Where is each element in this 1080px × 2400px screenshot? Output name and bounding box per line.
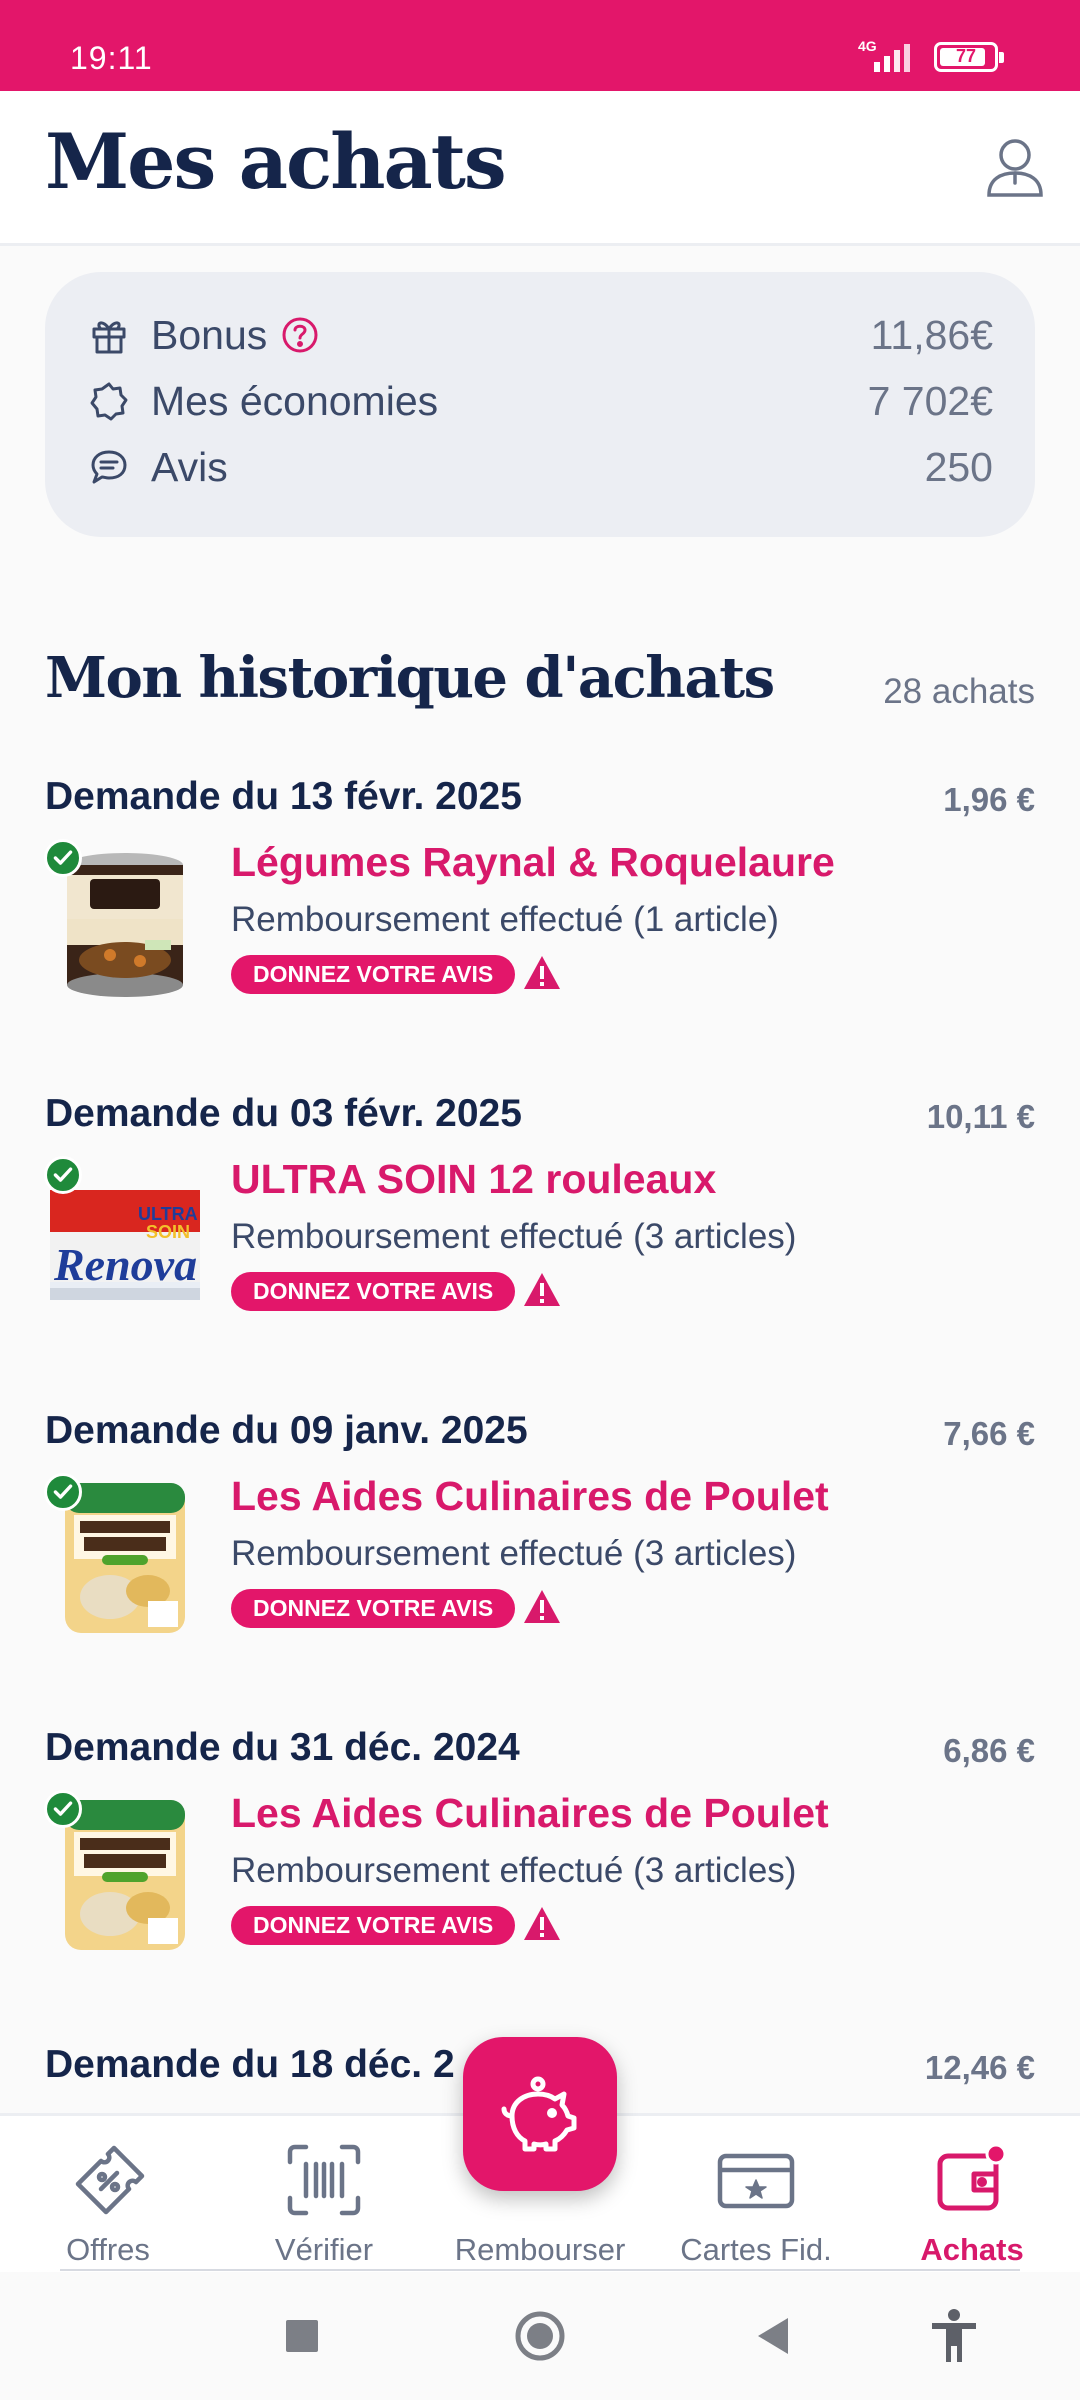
status-bar: 19:11 4G 77: [0, 0, 1080, 91]
give-review-button[interactable]: DONNEZ VOTRE AVIS: [231, 1272, 516, 1311]
svg-text:SOIN: SOIN: [146, 1222, 190, 1242]
home-icon[interactable]: [510, 2306, 570, 2366]
entry-date: Demande du 18 déc. 2: [45, 2043, 455, 2086]
summary-card: Bonus 11,86€ Mes économies 7 702€ Avis 2…: [45, 272, 1035, 537]
give-review-button[interactable]: DONNEZ VOTRE AVIS: [231, 1589, 516, 1628]
purchase-entry[interactable]: Demande du 13 févr. 2025 1,96 € Légumes …: [0, 775, 1080, 1075]
product-name: Les Aides Culinaires de Poulet: [231, 1473, 829, 1519]
chat-icon: [87, 445, 131, 489]
refund-status: Remboursement effectué (3 articles): [231, 1534, 797, 1573]
purchase-entry[interactable]: Demande du 31 déc. 2024 6,86 € Les Aides…: [0, 1726, 1080, 2026]
product-name: ULTRA SOIN 12 rouleaux: [231, 1156, 717, 1202]
warning-icon[interactable]: [522, 1271, 562, 1309]
entry-date: Demande du 31 déc. 2024: [45, 1726, 520, 1769]
coupon-icon: [75, 2145, 145, 2215]
savings-row[interactable]: Mes économies 7 702€: [87, 371, 993, 431]
product-name: Les Aides Culinaires de Poulet: [231, 1790, 829, 1836]
check-icon: [44, 839, 82, 877]
refund-status: Remboursement effectué (3 articles): [231, 1217, 797, 1256]
check-icon: [44, 1473, 82, 1511]
entry-amount: 1,96 €: [943, 781, 1035, 818]
check-icon: [44, 1156, 82, 1194]
entry-date: Demande du 13 févr. 2025: [45, 775, 522, 818]
tab-cartes-fid[interactable]: Cartes Fid.: [648, 2116, 864, 2275]
battery-level: 77: [955, 46, 977, 66]
reviews-label: Avis: [151, 443, 228, 490]
entry-date: Demande du 09 janv. 2025: [45, 1409, 528, 1452]
give-review-button[interactable]: DONNEZ VOTRE AVIS: [231, 1906, 516, 1945]
tab-label: Offres: [66, 2232, 150, 2267]
tab-label: Rembourser: [454, 2232, 626, 2267]
entry-date: Demande du 03 févr. 2025: [45, 1092, 522, 1135]
help-icon[interactable]: [281, 316, 319, 354]
refund-status: Remboursement effectué (3 articles): [231, 1851, 797, 1890]
bonus-label: Bonus: [151, 311, 268, 358]
status-time: 19:11: [70, 40, 153, 76]
system-navigation-bar: [0, 2272, 1080, 2400]
entry-amount: 12,46 €: [924, 2049, 1035, 2086]
bonus-row[interactable]: Bonus 11,86€: [87, 305, 993, 365]
loyalty-card-icon: [717, 2153, 795, 2209]
tab-achats[interactable]: Achats: [864, 2116, 1080, 2275]
product-name: Légumes Raynal & Roquelaure: [231, 839, 835, 885]
back-icon[interactable]: [744, 2306, 804, 2366]
entry-amount: 10,11 €: [926, 1098, 1035, 1135]
reviews-value: 250: [924, 443, 993, 490]
history-count: 28 achats: [883, 672, 1035, 711]
app-header: Mes achats: [0, 91, 1080, 246]
tab-offres[interactable]: Offres: [0, 2116, 216, 2275]
savings-value: 7 702€: [867, 377, 993, 424]
warning-icon[interactable]: [522, 954, 562, 992]
warning-icon[interactable]: [522, 1905, 562, 1943]
entry-amount: 6,86 €: [943, 1732, 1035, 1769]
tab-label: Vérifier: [274, 2232, 374, 2267]
nav-divider: [60, 2269, 1020, 2271]
rembourser-fab-button[interactable]: [463, 2037, 617, 2191]
battery-icon: 77: [934, 42, 1004, 72]
svg-text:Renova: Renova: [53, 1239, 197, 1290]
purchase-entry[interactable]: Demande du 09 janv. 2025 7,66 € Les Aide…: [0, 1409, 1080, 1709]
badge-icon: [87, 379, 131, 423]
barcode-scan-icon: [287, 2144, 361, 2216]
piggy-bank-icon: [501, 2076, 577, 2152]
savings-label: Mes économies: [151, 377, 439, 424]
tab-label: Cartes Fid.: [680, 2232, 832, 2267]
refund-status: Remboursement effectué (1 article): [231, 900, 779, 939]
svg-text:ULTRA: ULTRA: [138, 1204, 198, 1224]
wallet-icon: [937, 2143, 1007, 2211]
tab-verifier[interactable]: Vérifier: [216, 2116, 432, 2275]
purchase-entry[interactable]: Demande du 03 févr. 2025 10,11 € Renova …: [0, 1092, 1080, 1392]
history-title: Mon historique d'achats: [45, 645, 775, 711]
user-icon[interactable]: [985, 135, 1045, 199]
recent-apps-icon[interactable]: [272, 2306, 332, 2366]
tab-label: Achats: [920, 2232, 1024, 2267]
warning-icon[interactable]: [522, 1588, 562, 1626]
entry-amount: 7,66 €: [943, 1415, 1035, 1452]
reviews-row[interactable]: Avis 250: [87, 437, 993, 497]
bonus-value: 11,86€: [870, 311, 993, 358]
signal-icon: [874, 44, 910, 72]
accessibility-icon[interactable]: [924, 2306, 984, 2366]
give-review-button[interactable]: DONNEZ VOTRE AVIS: [231, 955, 516, 994]
page-title: Mes achats: [45, 117, 507, 206]
check-icon: [44, 1790, 82, 1828]
gift-icon: [87, 313, 131, 357]
